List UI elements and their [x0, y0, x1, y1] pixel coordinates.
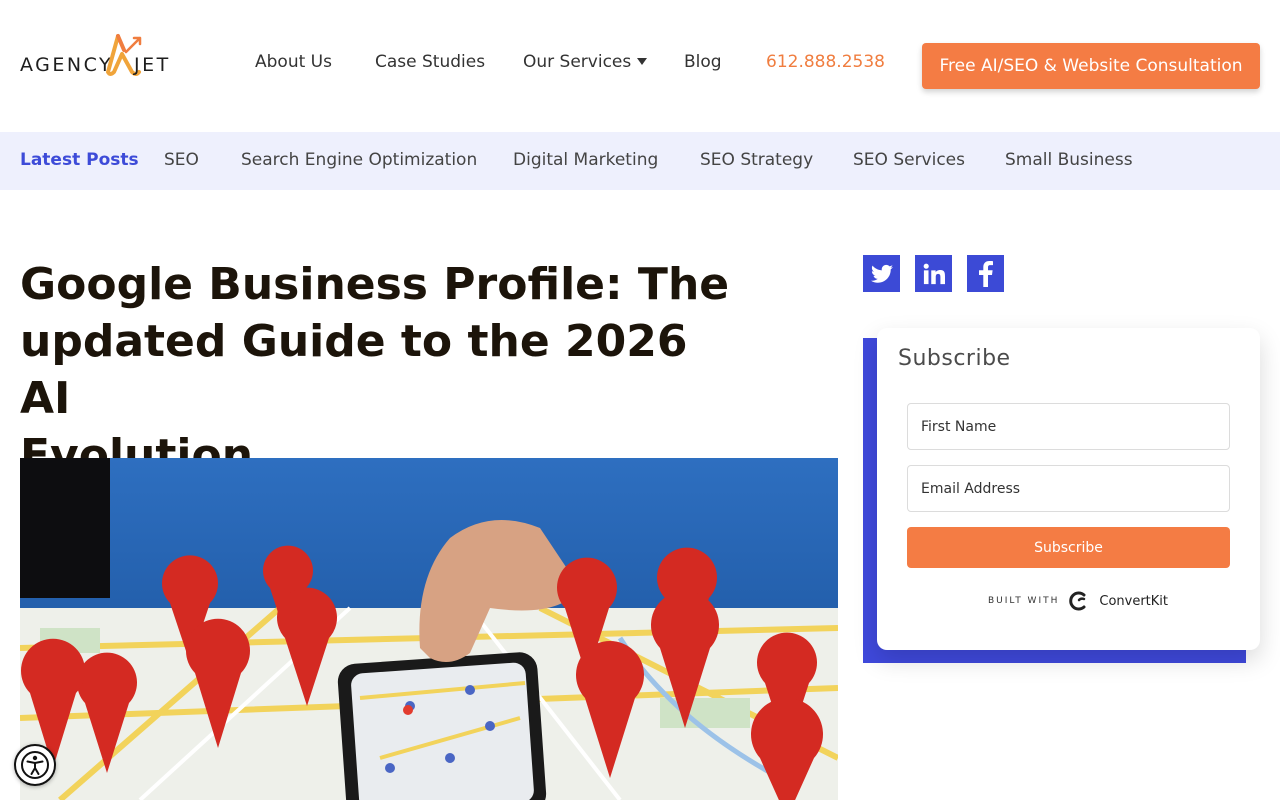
first-name-input[interactable]: First Name — [907, 403, 1230, 450]
logo-text-agency: AGENCY — [20, 54, 114, 76]
logo-text-jet: JET — [134, 54, 171, 76]
subscribe-form: Subscribe First Name Email Address Subsc… — [877, 328, 1260, 650]
nav-about-us[interactable]: About Us — [255, 52, 332, 72]
convertkit-name: ConvertKit — [1099, 593, 1169, 609]
twitter-icon — [870, 264, 893, 283]
category-latest-posts[interactable]: Latest Posts — [20, 150, 139, 170]
facebook-icon — [978, 260, 993, 287]
free-consultation-button[interactable]: Free AI/SEO & Website Consultation — [922, 43, 1260, 89]
article-title: Google Business Profile: The updated Gui… — [20, 256, 740, 484]
category-search-engine-optimization[interactable]: Search Engine Optimization — [241, 150, 477, 170]
phone-link[interactable]: 612.888.2538 — [766, 52, 885, 72]
article-hero-image — [20, 458, 838, 800]
agencyjet-logo[interactable]: AGENCY JET — [20, 30, 190, 80]
category-digital-marketing[interactable]: Digital Marketing — [513, 150, 658, 170]
site-header: AGENCY JET About Us Case Studies Our Ser… — [0, 0, 1280, 130]
twitter-share-button[interactable] — [863, 255, 900, 292]
phone-graphic — [337, 652, 547, 800]
category-bar: Latest Posts SEO Search Engine Optimizat… — [0, 132, 1280, 190]
linkedin-share-button[interactable] — [915, 255, 952, 292]
article-title-line-2: updated Guide to the 2026 AI — [20, 316, 688, 424]
built-with-convertkit[interactable]: BUILT WITH ConvertKit — [988, 590, 1168, 612]
hero-illustration — [20, 458, 838, 800]
article-title-line-1: Google Business Profile: The — [20, 259, 730, 310]
category-seo-services[interactable]: SEO Services — [853, 150, 965, 170]
nav-case-studies[interactable]: Case Studies — [375, 52, 485, 72]
category-small-business[interactable]: Small Business — [1005, 150, 1133, 170]
nav-our-services-label: Our Services — [523, 52, 632, 72]
accessibility-icon — [21, 751, 49, 779]
accessibility-button[interactable] — [14, 744, 56, 786]
category-seo-strategy[interactable]: SEO Strategy — [700, 150, 813, 170]
linkedin-icon — [923, 263, 945, 284]
built-with-label: BUILT WITH — [988, 596, 1060, 606]
chevron-down-icon — [637, 58, 648, 65]
category-seo[interactable]: SEO — [164, 150, 199, 170]
email-address-input[interactable]: Email Address — [907, 465, 1230, 512]
nav-our-services[interactable]: Our Services — [523, 52, 648, 72]
convertkit-logo-icon — [1069, 591, 1086, 611]
facebook-share-button[interactable] — [967, 255, 1004, 292]
subscribe-button[interactable]: Subscribe — [907, 527, 1230, 568]
nav-blog[interactable]: Blog — [684, 52, 722, 72]
subscribe-title: Subscribe — [898, 346, 1011, 371]
